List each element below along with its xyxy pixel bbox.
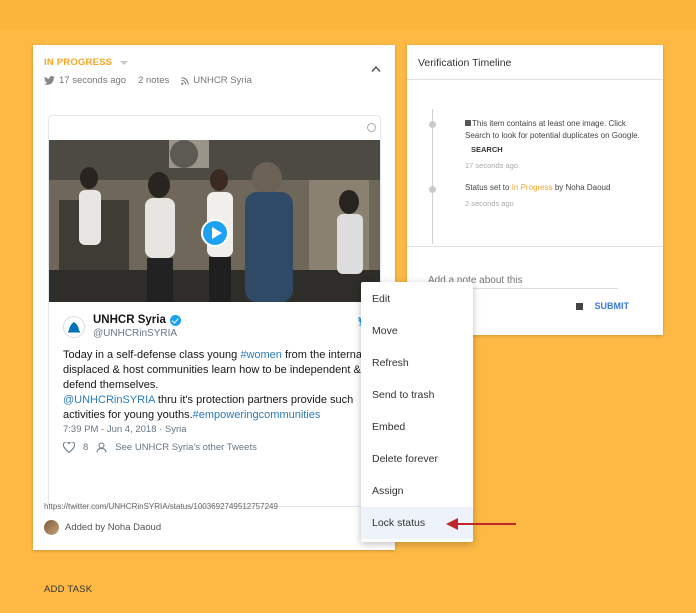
note-actions: SUBMIT — [575, 301, 630, 311]
source-url[interactable]: https://twitter.com/UNHCRinSYRIA/status/… — [44, 502, 278, 511]
added-by: Added by Noha Daoud — [44, 520, 161, 535]
entry-time: 2 seconds ago — [465, 199, 514, 208]
status-selector[interactable]: IN PROGRESS — [44, 57, 129, 68]
menu-item-embed[interactable]: Embed — [361, 411, 473, 443]
menu-item-move[interactable]: Move — [361, 315, 473, 347]
notes-count[interactable]: 2 notes — [138, 75, 169, 86]
media-meta: 17 seconds ago 2 notes UNHCR Syria — [44, 75, 252, 86]
entry-time: 17 seconds ago — [465, 161, 518, 170]
timeline-dot — [429, 186, 436, 193]
add-task-button[interactable]: ADD TASK — [44, 584, 92, 595]
tweet-actions: 8 See UNHCR Syria's other Tweets — [63, 442, 257, 453]
image-icon[interactable] — [575, 302, 583, 310]
author-handle[interactable]: @UNHCRinSYRIA — [93, 328, 181, 339]
submit-button[interactable]: SUBMIT — [595, 301, 630, 311]
play-button[interactable] — [201, 219, 229, 247]
mention-link[interactable]: @UNHCRinSYRIA — [63, 394, 155, 406]
status-text: In Progress — [511, 183, 553, 192]
tweet-embed: UNHCR Syria @UNHCRinSYRIA Today in a sel… — [48, 115, 381, 507]
twitter-icon — [44, 76, 55, 85]
timeline-entry: This item contains at least one image. C… — [465, 118, 650, 172]
other-tweets-link[interactable]: See UNHCR Syria's other Tweets — [115, 442, 257, 453]
info-icon[interactable] — [367, 123, 376, 132]
source-name[interactable]: UNHCR Syria — [193, 75, 252, 86]
timeline-line — [432, 109, 433, 244]
verified-icon — [169, 314, 181, 326]
search-button[interactable]: SEARCH — [471, 144, 650, 156]
timeline-dot — [429, 121, 436, 128]
item-context-menu: Edit Move Refresh Send to trash Embed De… — [361, 282, 473, 542]
pointer-arrow-icon — [446, 518, 516, 530]
divider — [407, 79, 663, 80]
menu-item-delete-forever[interactable]: Delete forever — [361, 443, 473, 475]
like-count: 8 — [83, 442, 89, 453]
chevron-up-icon[interactable] — [371, 65, 381, 73]
menu-item-send-to-trash[interactable]: Send to trash — [361, 379, 473, 411]
divider — [407, 246, 663, 247]
media-card: IN PROGRESS 17 seconds ago 2 notes UNHCR… — [33, 45, 395, 550]
tweet-header — [49, 116, 380, 140]
tweet-timestamp[interactable]: 7:39 PM - Jun 4, 2018 · Syria — [63, 424, 187, 435]
menu-item-refresh[interactable]: Refresh — [361, 347, 473, 379]
author-name[interactable]: UNHCR Syria — [93, 314, 166, 326]
added-by-text: Added by Noha Daoud — [65, 522, 162, 533]
caret-down-icon[interactable] — [120, 60, 129, 65]
timeline-entry: Status set to In Progress by Noha Daoud … — [465, 182, 650, 210]
image-icon — [465, 120, 471, 126]
tweet-video-thumbnail[interactable] — [49, 140, 380, 302]
tweet-text: Today in a self-defense class young #wom… — [63, 349, 373, 421]
unhcr-logo — [63, 315, 85, 338]
person-icon — [96, 442, 107, 453]
tweet-author[interactable]: UNHCR Syria @UNHCRinSYRIA — [63, 314, 181, 339]
menu-item-assign[interactable]: Assign — [361, 475, 473, 507]
time-ago: 17 seconds ago — [59, 75, 127, 86]
status-label[interactable]: IN PROGRESS — [44, 57, 112, 68]
top-band — [0, 0, 696, 30]
heart-icon[interactable] — [63, 442, 75, 453]
menu-item-edit[interactable]: Edit — [361, 283, 473, 315]
hashtag-link[interactable]: #women — [240, 349, 282, 361]
feed-icon — [181, 76, 189, 85]
avatar — [44, 520, 59, 535]
hashtag-link[interactable]: #empoweringcommunities — [193, 409, 321, 421]
timeline-title: Verification Timeline — [418, 57, 512, 69]
